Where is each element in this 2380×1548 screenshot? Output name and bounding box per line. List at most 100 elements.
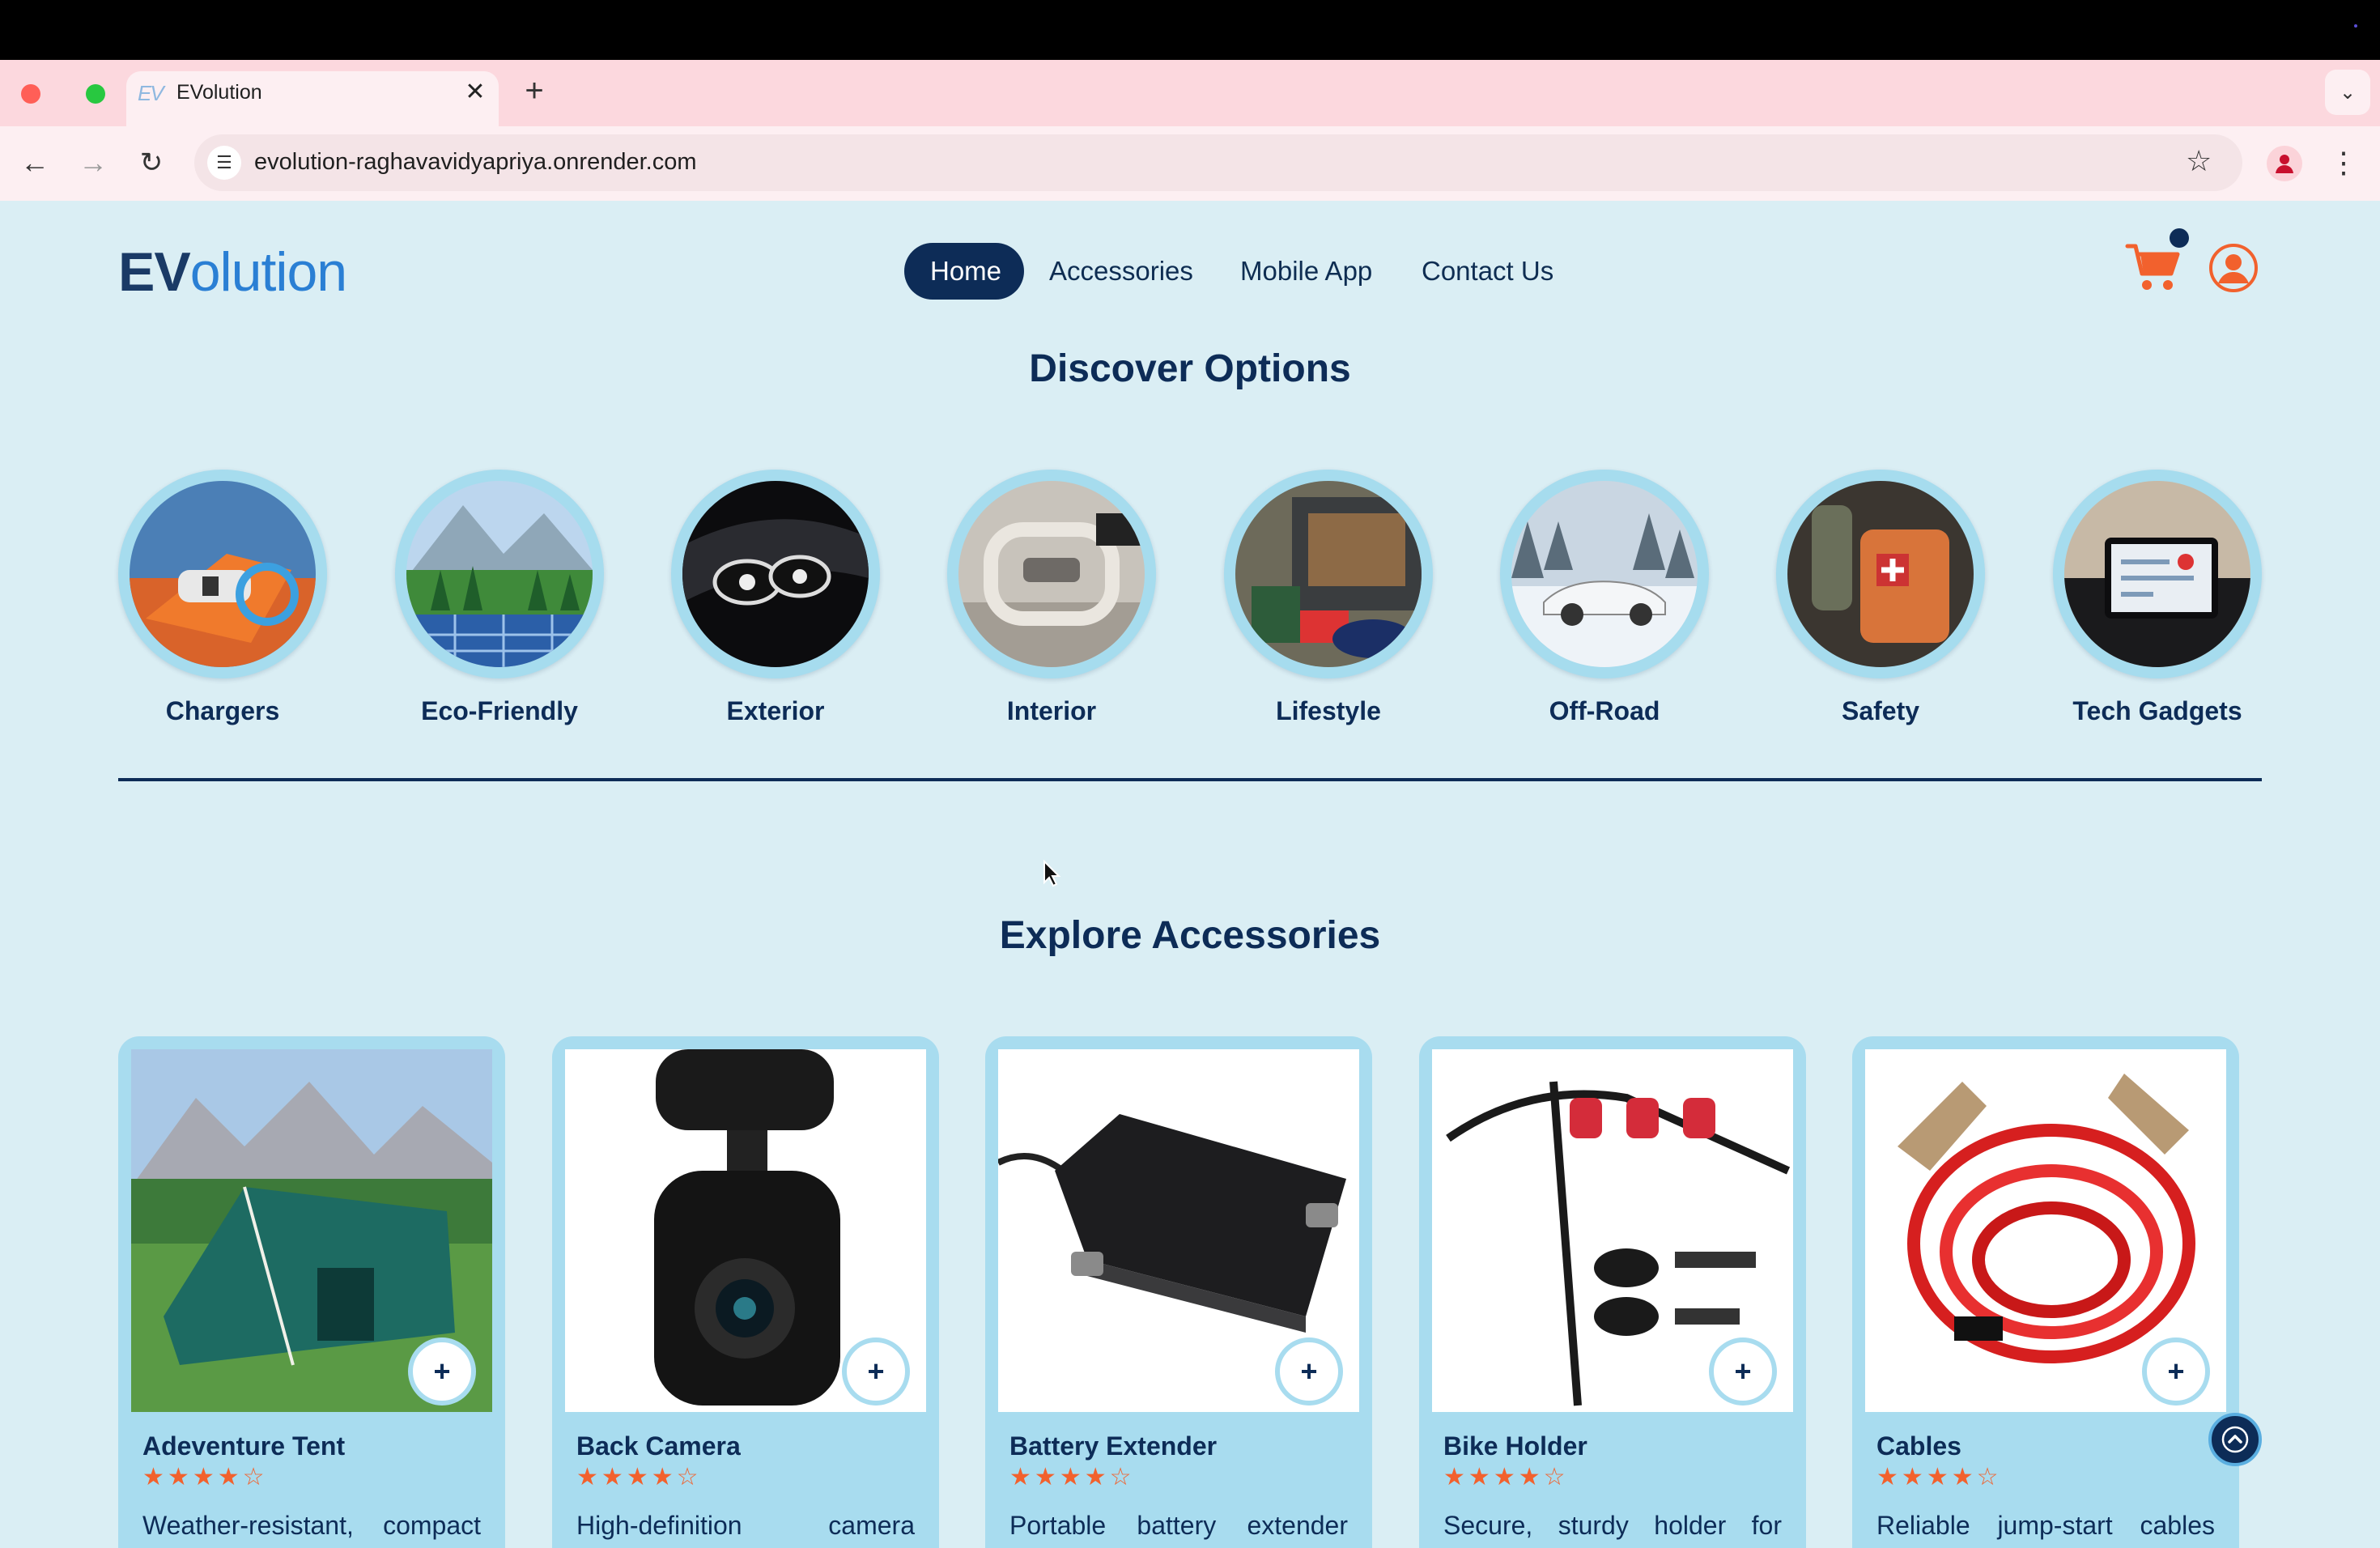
scroll-to-top-chevron-up-icon[interactable] — [2208, 1413, 2262, 1466]
category-label: Interior — [1006, 696, 1097, 725]
product-card-back-camera[interactable]: + Back Camera ★ ★ ★ ★ ☆ High-definition came… — [552, 1036, 939, 1548]
product-title: Cables — [1876, 1431, 1961, 1461]
rating-stars: ★ ★ ★ ★ ☆ — [576, 1464, 699, 1491]
window-zoom-button[interactable] — [86, 84, 105, 104]
rating-stars: ★ ★ ★ ★ ☆ — [1876, 1464, 1999, 1491]
site-info-icon[interactable]: ☰ — [207, 146, 241, 180]
star-filled-icon: ★ — [626, 1464, 648, 1491]
product-title: Bike Holder — [1443, 1431, 1587, 1461]
window-close-button[interactable] — [21, 84, 40, 104]
category-image-exterior — [682, 481, 869, 667]
star-filled-icon: ★ — [1084, 1464, 1107, 1491]
category-image-lifestyle — [1235, 481, 1422, 667]
category-label: Eco-Friendly — [421, 696, 578, 725]
category-label: Safety — [1841, 696, 1920, 725]
product-title: Adeventure Tent — [142, 1431, 346, 1461]
forward-arrow-icon[interactable]: → — [74, 144, 112, 181]
add-to-cart-plus-icon[interactable]: + — [1275, 1337, 1343, 1406]
back-arrow-icon[interactable]: ← — [16, 144, 53, 181]
nav-accessories[interactable]: Accessories — [1023, 243, 1219, 300]
category-chargers[interactable]: Chargers — [118, 470, 327, 729]
star-filled-icon: ★ — [651, 1464, 674, 1491]
category-image-tech-gadgets — [2064, 481, 2250, 667]
star-filled-icon: ★ — [1951, 1464, 1974, 1491]
tab-close-icon[interactable]: ✕ — [461, 78, 489, 105]
tab-favicon-icon: EV — [138, 81, 164, 105]
new-tab-plus-icon[interactable]: + — [518, 73, 550, 108]
rating-stars: ★ ★ ★ ★ ☆ — [142, 1464, 265, 1491]
tab-title: EVolution — [176, 81, 262, 104]
category-image-safety — [1787, 481, 1974, 667]
discover-title: Discover Options — [1029, 347, 1351, 390]
add-to-cart-plus-icon[interactable]: + — [842, 1337, 910, 1406]
menu-dots-icon[interactable]: ⋮ — [2329, 144, 2358, 181]
category-image-off-road — [1511, 481, 1698, 667]
cart-icon[interactable] — [2124, 240, 2182, 295]
star-filled-icon: ★ — [1059, 1464, 1082, 1491]
nav-mobile-app[interactable]: Mobile App — [1214, 243, 1398, 300]
star-filled-icon: ★ — [1876, 1464, 1898, 1491]
category-interior[interactable]: Interior — [947, 470, 1156, 729]
star-filled-icon: ★ — [1468, 1464, 1490, 1491]
star-empty-icon: ☆ — [1976, 1464, 1999, 1491]
add-to-cart-plus-icon[interactable]: + — [408, 1337, 476, 1406]
star-filled-icon: ★ — [1518, 1464, 1541, 1491]
category-image-chargers — [130, 481, 316, 667]
star-filled-icon: ★ — [1493, 1464, 1515, 1491]
cart-badge — [2170, 228, 2189, 248]
category-exterior[interactable]: Exterior — [671, 470, 880, 729]
star-empty-icon: ☆ — [242, 1464, 265, 1491]
star-filled-icon: ★ — [601, 1464, 623, 1491]
category-off-road[interactable]: Off-Road — [1500, 470, 1709, 729]
category-label: Tech Gadgets — [2072, 696, 2242, 725]
star-filled-icon: ★ — [576, 1464, 598, 1491]
add-to-cart-plus-icon[interactable]: + — [1709, 1337, 1777, 1406]
user-account-icon[interactable] — [2208, 243, 2259, 293]
rating-stars: ★ ★ ★ ★ ☆ — [1443, 1464, 1566, 1491]
rating-stars: ★ ★ ★ ★ ☆ — [1009, 1464, 1132, 1491]
product-description: Secure, sturdy holder for — [1443, 1511, 1782, 1540]
product-description: Reliable jump-start cables — [1876, 1511, 2215, 1540]
product-description: Weather-resistant, compact — [142, 1511, 481, 1540]
category-lifestyle[interactable]: Lifestyle — [1224, 470, 1433, 729]
bookmark-star-icon[interactable]: ☆ — [2186, 144, 2212, 178]
product-card-cables[interactable]: + Cables ★ ★ ★ ★ ☆ Reliable jump-start cable… — [1852, 1036, 2239, 1548]
category-eco-friendly[interactable]: Eco-Friendly — [395, 470, 604, 729]
star-filled-icon: ★ — [1901, 1464, 1923, 1491]
site-logo[interactable]: EVolution — [118, 240, 347, 304]
logo-ev: EV — [118, 241, 191, 303]
star-filled-icon: ★ — [1443, 1464, 1465, 1491]
product-description: High-definition camera — [576, 1511, 915, 1540]
star-empty-icon: ☆ — [1543, 1464, 1566, 1491]
profile-icon[interactable] — [2267, 146, 2302, 181]
star-filled-icon: ★ — [217, 1464, 240, 1491]
nav-home[interactable]: Home — [904, 243, 1024, 300]
section-divider — [118, 778, 2262, 781]
tab-list-chevron-down-icon[interactable]: ⌄ — [2325, 70, 2370, 115]
star-filled-icon: ★ — [1009, 1464, 1031, 1491]
product-title: Back Camera — [576, 1431, 741, 1461]
category-label: Exterior — [726, 696, 825, 725]
url-text[interactable]: evolution-raghavavidyapriya.onrender.com — [254, 149, 696, 176]
os-menu-bar — [0, 0, 2380, 60]
add-to-cart-plus-icon[interactable]: + — [2142, 1337, 2210, 1406]
nav-contact-us[interactable]: Contact Us — [1396, 243, 1579, 300]
product-card-battery-extender[interactable]: + Battery Extender ★ ★ ★ ★ ☆ Portable batter… — [985, 1036, 1372, 1548]
category-image-interior — [958, 481, 1145, 667]
product-card-bike-holder[interactable]: + Bike Holder ★ ★ ★ ★ ☆ Secure, sturdy holde… — [1419, 1036, 1806, 1548]
category-safety[interactable]: Safety — [1776, 470, 1985, 729]
category-image-eco-friendly — [406, 481, 593, 667]
star-filled-icon: ★ — [1926, 1464, 1949, 1491]
star-filled-icon: ★ — [192, 1464, 215, 1491]
mouse-cursor-icon — [1043, 859, 1062, 887]
star-empty-icon: ☆ — [676, 1464, 699, 1491]
star-filled-icon: ★ — [142, 1464, 164, 1491]
category-label: Lifestyle — [1276, 696, 1381, 725]
product-title: Battery Extender — [1009, 1431, 1218, 1461]
category-label: Off-Road — [1549, 696, 1660, 725]
product-card-adventure-tent[interactable]: + Adeventure Tent ★ ★ ★ ★ ☆ Weather-resistan… — [118, 1036, 505, 1548]
star-filled-icon: ★ — [1034, 1464, 1056, 1491]
reload-icon[interactable]: ↻ — [133, 144, 170, 181]
category-label: Chargers — [165, 696, 280, 725]
category-tech-gadgets[interactable]: Tech Gadgets — [2053, 470, 2262, 729]
